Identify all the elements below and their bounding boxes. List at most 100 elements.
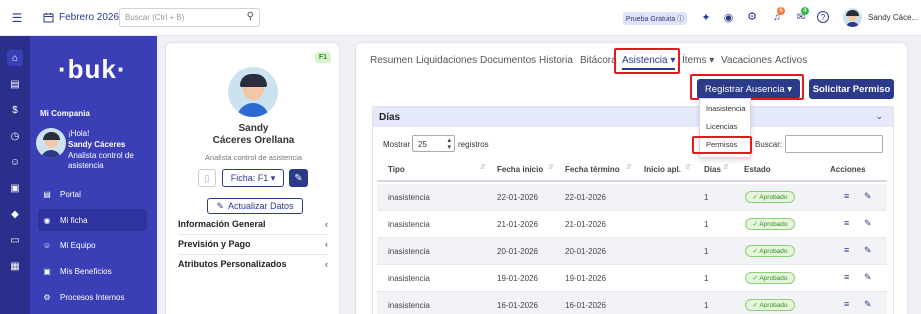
notification-count: 6 bbox=[777, 7, 785, 15]
delete-icon[interactable]: ▯ bbox=[198, 169, 216, 187]
sidebar-item-label: Portal bbox=[60, 189, 81, 199]
assign-user-icon[interactable]: ≡ bbox=[844, 218, 849, 228]
avatar[interactable] bbox=[843, 8, 862, 27]
table-cell: 16-01-2026 bbox=[497, 301, 538, 310]
section-label: Previsión y Pago bbox=[178, 239, 251, 249]
buk-logo[interactable]: ·buk· bbox=[58, 54, 127, 85]
clock-icon[interactable]: ◷ bbox=[7, 128, 23, 144]
tab-activos[interactable]: Activos bbox=[775, 55, 807, 66]
th-tipo[interactable]: Tipo bbox=[388, 165, 405, 174]
status-badge: ✓ Aprobado bbox=[745, 272, 795, 284]
profile-avatar bbox=[228, 67, 278, 117]
sidebar-item-label: Mi ficha bbox=[60, 215, 88, 225]
table-cell: inasistencia bbox=[388, 301, 430, 310]
table-cell: 1 bbox=[704, 247, 709, 256]
section-label: Atributos Personalizados bbox=[178, 259, 287, 269]
home-icon[interactable]: ⌂ bbox=[7, 50, 23, 66]
table-cell: 20-01-2026 bbox=[565, 247, 606, 256]
status-badge: ✓ Aprobado bbox=[745, 218, 795, 230]
user-role-line2: asistencia bbox=[68, 161, 104, 170]
update-data-button[interactable]: ✎ Actualizar Datos bbox=[207, 198, 303, 214]
th-estado[interactable]: Estado bbox=[744, 165, 771, 174]
table-cell: inasistencia bbox=[388, 193, 430, 202]
dollar-icon[interactable]: $ bbox=[7, 102, 23, 118]
tab-liquidaciones[interactable]: Liquidaciones bbox=[416, 55, 477, 66]
folder-icon[interactable]: ▭ bbox=[7, 232, 23, 248]
sidebar-item-mi-ficha[interactable]: ◉ Mi ficha bbox=[38, 209, 147, 231]
layers-icon[interactable]: ◆ bbox=[7, 206, 23, 222]
people-icon[interactable]: ☺ bbox=[7, 154, 23, 170]
wallet-icon[interactable]: ▤ bbox=[7, 76, 23, 92]
profile-card: F1 Sandy Cáceres Orellana Analista contr… bbox=[165, 42, 340, 314]
dropdown-licencias[interactable]: Licencias bbox=[706, 122, 737, 131]
edit-button[interactable]: ✎ bbox=[289, 169, 308, 187]
settings-icon[interactable]: ⚙ bbox=[746, 10, 758, 23]
th-fecha-termino[interactable]: Fecha término bbox=[565, 165, 620, 174]
table-row bbox=[377, 238, 887, 265]
tab-resumen[interactable]: Resumen bbox=[370, 55, 413, 66]
sidebar-item-mi-equipo[interactable]: ☺ Mi Equipo bbox=[38, 234, 177, 256]
edit-icon[interactable]: ✎ bbox=[864, 272, 872, 283]
tab-bitacora[interactable]: Bitácora bbox=[580, 55, 617, 66]
edit-icon[interactable]: ✎ bbox=[864, 218, 872, 229]
search-icon: ⚲ bbox=[246, 11, 254, 22]
th-inicio-apl[interactable]: Inicio apl. bbox=[644, 165, 681, 174]
gift-icon: ▣ bbox=[43, 266, 51, 276]
table-search-input[interactable] bbox=[785, 135, 883, 153]
edit-icon[interactable]: ✎ bbox=[864, 299, 872, 310]
team-icon: ☺ bbox=[42, 240, 52, 250]
tab-vacaciones[interactable]: Vacaciones bbox=[721, 55, 772, 66]
table-cell: inasistencia bbox=[388, 220, 430, 229]
calendar-icon[interactable] bbox=[42, 11, 54, 23]
assign-user-icon[interactable]: ≡ bbox=[844, 245, 849, 255]
briefcase-icon[interactable]: ▣ bbox=[7, 180, 23, 196]
dropdown-inasistencia[interactable]: Inasistencia bbox=[706, 104, 746, 113]
records-label: registros bbox=[458, 140, 489, 149]
highlight-register bbox=[690, 74, 804, 100]
highlight-permisos bbox=[692, 136, 752, 154]
table-cell: 1 bbox=[704, 193, 709, 202]
dias-header[interactable]: Días ⌄ bbox=[373, 107, 893, 127]
greeting: ¡Hola! bbox=[68, 129, 90, 138]
tab-documentos[interactable]: Documentos bbox=[480, 55, 536, 66]
request-permit-button[interactable]: Solicitar Permiso bbox=[809, 79, 894, 99]
table-cell: 21-01-2026 bbox=[565, 220, 606, 229]
eye-icon[interactable]: ◉ bbox=[722, 11, 735, 24]
sidebar-item-portal[interactable]: ▤ Portal bbox=[38, 183, 177, 205]
th-dias[interactable]: Días bbox=[704, 165, 721, 174]
edit-icon[interactable]: ✎ bbox=[864, 245, 872, 256]
help-icon[interactable]: ? bbox=[817, 11, 829, 23]
search-input[interactable]: Buscar (Ctrl + B) ⚲ bbox=[119, 8, 260, 27]
edit-icon[interactable]: ✎ bbox=[864, 191, 872, 202]
sidebar-item-beneficios[interactable]: ▣ Mis Beneficios bbox=[38, 260, 177, 282]
menu-icon[interactable]: ☰ bbox=[10, 11, 24, 25]
sidebar-item-procesos[interactable]: ⚙ Procesos Internos bbox=[38, 286, 177, 308]
per-page-select[interactable]: 25 ▴ ▾ bbox=[412, 135, 455, 152]
section-informacion-general[interactable]: Información General ‹ bbox=[178, 219, 328, 235]
section-atributos[interactable]: Atributos Personalizados ‹ bbox=[178, 259, 328, 275]
ficha-select[interactable]: Ficha: F1 ▾ bbox=[222, 169, 284, 187]
table-cell: inasistencia bbox=[388, 247, 430, 256]
sparkle-icon[interactable]: ✦ bbox=[700, 11, 712, 24]
trial-badge[interactable]: Prueba Gratuita ⓘ bbox=[623, 12, 687, 25]
table-row bbox=[377, 184, 887, 211]
assign-user-icon[interactable]: ≡ bbox=[844, 191, 849, 201]
sidebar-item-label: Mis Beneficios bbox=[60, 266, 112, 276]
assign-user-icon[interactable]: ≡ bbox=[844, 272, 849, 282]
th-fecha-inicio[interactable]: Fecha inicio bbox=[497, 165, 543, 174]
tab-historia[interactable]: Historia bbox=[539, 55, 573, 66]
company-name: Mi Compania bbox=[40, 109, 90, 118]
search-label: Buscar: bbox=[755, 140, 783, 149]
archive-icon[interactable]: ▦ bbox=[7, 258, 23, 274]
chevron-left-icon: ‹ bbox=[325, 219, 328, 229]
ficha-badge: F1 bbox=[315, 52, 331, 63]
assign-user-icon[interactable]: ≡ bbox=[844, 299, 849, 309]
tab-items[interactable]: Ítems ▾ bbox=[682, 55, 714, 66]
status-badge: ✓ Aprobado bbox=[745, 299, 795, 311]
user-name[interactable]: Sandy Cáce... bbox=[868, 13, 918, 22]
section-prevision-pago[interactable]: Previsión y Pago ‹ bbox=[178, 239, 328, 255]
update-label: Actualizar Datos bbox=[228, 201, 294, 211]
section-label: Información General bbox=[178, 219, 266, 229]
current-month[interactable]: Febrero 2026 bbox=[59, 12, 119, 23]
table-cell: 1 bbox=[704, 220, 709, 229]
